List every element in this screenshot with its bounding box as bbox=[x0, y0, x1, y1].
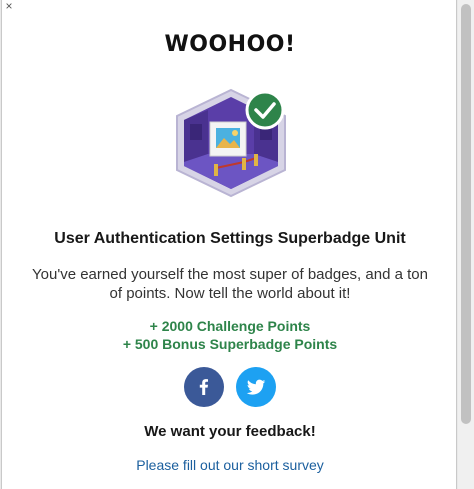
scrollbar[interactable] bbox=[458, 0, 474, 489]
congrats-message: You've earned yourself the most super of… bbox=[32, 266, 428, 302]
facebook-icon bbox=[199, 379, 208, 395]
twitter-icon bbox=[246, 379, 266, 395]
points-summary: + 2000 Challenge Points + 500 Bonus Supe… bbox=[2, 317, 458, 353]
modal-title: WOOHOO! bbox=[164, 32, 296, 57]
superbadge-unit-name: User Authentication Settings Superbadge … bbox=[54, 230, 406, 247]
social-share bbox=[2, 367, 458, 407]
scrollbar-thumb[interactable] bbox=[461, 4, 471, 424]
close-icon[interactable]: × bbox=[2, 0, 16, 14]
bonus-points: + 500 Bonus Superbadge Points bbox=[122, 336, 338, 352]
facebook-share-button[interactable] bbox=[184, 367, 224, 407]
superbadge-gallery-icon bbox=[176, 88, 286, 198]
feedback-heading: We want your feedback! bbox=[144, 423, 316, 440]
challenge-points: + 2000 Challenge Points bbox=[149, 318, 311, 334]
survey-link[interactable]: Please fill out our short survey bbox=[2, 457, 458, 473]
congrats-modal: × WOOHOO! User Authentication Settings S… bbox=[1, 0, 457, 489]
twitter-share-button[interactable] bbox=[236, 367, 276, 407]
